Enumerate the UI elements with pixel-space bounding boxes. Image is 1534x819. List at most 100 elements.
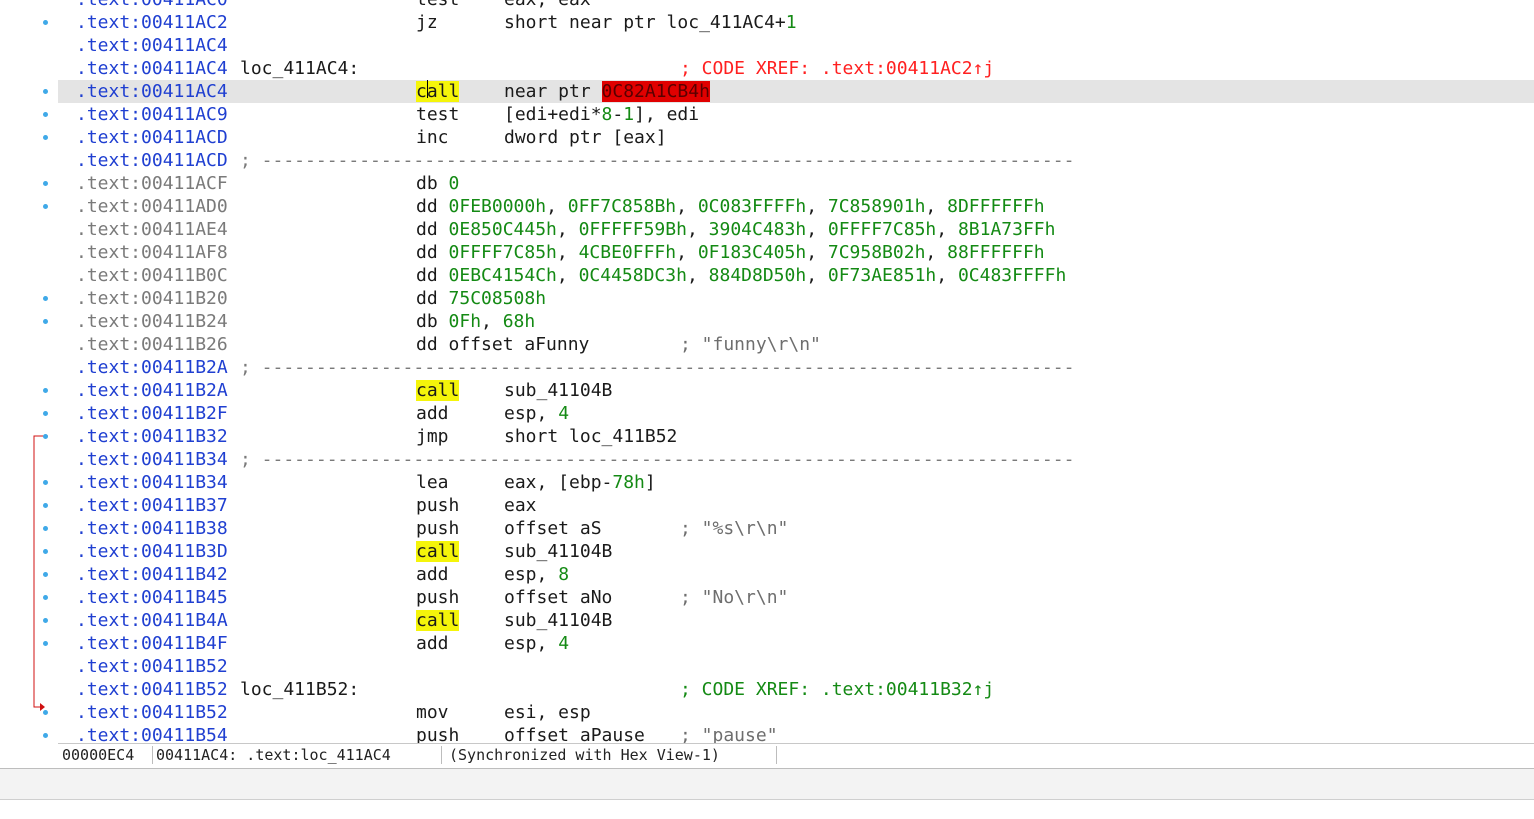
listing-row[interactable]: .text:00411B3D call sub_41104B (58, 540, 1534, 563)
mnemonic[interactable]: mov (416, 701, 449, 724)
mnemonic[interactable]: call (416, 609, 460, 632)
breakpoint-dot[interactable] (43, 641, 48, 646)
listing-row[interactable]: .text:00411B52 mov esi, esp (58, 701, 1534, 724)
listing-row[interactable]: .text:00411B0C dd 0EBC4154Ch, 0C4458DC3h,… (58, 264, 1534, 287)
listing-row[interactable]: .text:00411B26 dd offset aFunny ; "funny\r… (58, 333, 1534, 356)
listing-row[interactable]: .text:00411B4A call sub_41104B (58, 609, 1534, 632)
breakpoint-dot[interactable] (43, 181, 48, 186)
operands[interactable]: eax (504, 494, 537, 517)
listing-row[interactable]: .text:00411ACF db 0 (58, 172, 1534, 195)
breakpoint-dot[interactable] (43, 434, 48, 439)
mnemonic[interactable]: jmp (416, 425, 449, 448)
listing-row[interactable]: .text:00411ACD inc dword ptr [eax] (58, 126, 1534, 149)
mnemonic[interactable]: push (416, 494, 459, 517)
operands[interactable]: short near ptr loc_411AC4+1 (504, 11, 797, 34)
data-definition[interactable]: db 0 (416, 172, 459, 195)
operands[interactable]: eax, eax (504, 0, 591, 11)
breakpoint-dot[interactable] (43, 20, 48, 25)
listing-row[interactable]: .text:00411AD0 dd 0FEB0000h, 0FF7C858Bh, … (58, 195, 1534, 218)
listing-row[interactable]: .text:00411B42 add esp, 8 (58, 563, 1534, 586)
breakpoint-dot[interactable] (43, 710, 48, 715)
operands[interactable]: eax, [ebp-78h] (504, 471, 656, 494)
breakpoint-dot[interactable] (43, 503, 48, 508)
listing-row[interactable]: .text:00411AC4 c all near ptr 0C82A1CB4h (58, 80, 1534, 103)
breakpoint-dot[interactable] (43, 549, 48, 554)
code-label[interactable]: loc_411B52: (240, 678, 359, 701)
data-definition[interactable]: dd 0FEB0000h, 0FF7C858Bh, 0C083FFFFh, 7C… (416, 195, 1045, 218)
data-definition[interactable]: dd 0FFFF7C85h, 4CBE0FFFh, 0F183C405h, 7C… (416, 241, 1045, 264)
listing-row[interactable]: .text:00411B2A call sub_41104B (58, 379, 1534, 402)
data-definition[interactable]: dd 0EBC4154Ch, 0C4458DC3h, 884D8D50h, 0F… (416, 264, 1066, 287)
mnemonic[interactable]: inc (416, 126, 449, 149)
mnemonic[interactable]: jz (416, 11, 438, 34)
operands[interactable]: esi, esp (504, 701, 591, 724)
mnemonic[interactable]: push (416, 517, 459, 540)
code-label[interactable]: loc_411AC4: (240, 57, 359, 80)
breakpoint-dot[interactable] (43, 572, 48, 577)
mnemonic[interactable]: call (416, 80, 460, 103)
operands[interactable]: offset aS (504, 517, 602, 540)
mnemonic[interactable]: call (416, 540, 460, 563)
listing-row[interactable]: .text:00411B37 push eax (58, 494, 1534, 517)
listing-row[interactable]: .text:00411B20 dd 75C08508h (58, 287, 1534, 310)
mnemonic[interactable]: test (416, 103, 459, 126)
operands[interactable]: offset aNo (504, 586, 612, 609)
operands[interactable]: sub_41104B (504, 540, 612, 563)
listing-row[interactable]: .text:00411B34 ; ------------------------… (58, 448, 1534, 471)
operands[interactable]: esp, 4 (504, 402, 569, 425)
operands[interactable]: esp, 4 (504, 632, 569, 655)
operands[interactable]: near ptr 0C82A1CB4h (504, 80, 710, 103)
data-definition[interactable]: dd offset aFunny (416, 333, 589, 356)
breakpoint-dot[interactable] (43, 618, 48, 623)
listing-row[interactable]: .text:00411B34 lea eax, [ebp-78h] (58, 471, 1534, 494)
data-definition[interactable]: dd 0E850C445h, 0FFFFF59Bh, 3904C483h, 0F… (416, 218, 1055, 241)
mnemonic[interactable]: call (416, 379, 460, 402)
breakpoint-dot[interactable] (43, 411, 48, 416)
breakpoint-dot[interactable] (43, 296, 48, 301)
mnemonic[interactable]: add (416, 402, 449, 425)
data-definition[interactable]: db 0Fh, 68h (416, 310, 535, 333)
mnemonic[interactable]: push (416, 586, 459, 609)
selected-operand[interactable]: 0C82A1CB4h (601, 81, 710, 102)
breakpoint-dot[interactable] (43, 89, 48, 94)
listing-row[interactable]: .text:00411B32 jmp short loc_411B52 (58, 425, 1534, 448)
listing-row[interactable]: .text:00411B24 db 0Fh, 68h (58, 310, 1534, 333)
listing-row[interactable]: .text:00411AE4 dd 0E850C445h, 0FFFFF59Bh,… (58, 218, 1534, 241)
listing-row[interactable]: .text:00411AF8 dd 0FFFF7C85h, 4CBE0FFFh, … (58, 241, 1534, 264)
operands[interactable]: short loc_411B52 (504, 425, 677, 448)
listing-row[interactable]: .text:00411AC2 jz short near ptr loc_411AC… (58, 11, 1534, 34)
comment: ; "funny\r\n" (680, 334, 821, 355)
listing-row[interactable]: .text:00411B52 (58, 655, 1534, 678)
listing-row[interactable]: .text:00411AC9 test [edi+edi*8-1], edi (58, 103, 1534, 126)
breakpoint-dot[interactable] (43, 526, 48, 531)
listing-row[interactable]: .text:00411B2F add esp, 4 (58, 402, 1534, 425)
breakpoint-dot[interactable] (43, 480, 48, 485)
listing-row[interactable]: .text:00411B52 loc_411B52: ; CODE XREF: .t… (58, 678, 1534, 701)
breakpoint-dot[interactable] (43, 733, 48, 738)
operands[interactable]: esp, 8 (504, 563, 569, 586)
listing-row[interactable]: .text:00411AC4 (58, 34, 1534, 57)
operands[interactable]: [edi+edi*8-1], edi (504, 103, 699, 126)
listing-row[interactable]: .text:00411ACD ; ------------------------… (58, 149, 1534, 172)
breakpoint-dot[interactable] (43, 595, 48, 600)
mnemonic[interactable]: test (416, 0, 459, 11)
breakpoint-dot[interactable] (43, 319, 48, 324)
breakpoint-dot[interactable] (43, 204, 48, 209)
listing-row[interactable]: .text:00411AC4 loc_411AC4: ; CODE XREF: .t… (58, 57, 1534, 80)
listing-row[interactable]: .text:00411B38 push offset aS ; "%s\r\n" (58, 517, 1534, 540)
listing-row[interactable]: .text:00411B45 push offset aNo ; "No\r\n" (58, 586, 1534, 609)
operands[interactable]: sub_41104B (504, 609, 612, 632)
listing-row[interactable]: .text:00411B2A ; ------------------------… (58, 356, 1534, 379)
disassembly-listing[interactable]: .text:00411AC0testeax, eax.text:00411AC2… (58, 0, 1534, 747)
breakpoint-dot[interactable] (43, 388, 48, 393)
mnemonic[interactable]: add (416, 632, 449, 655)
listing-row[interactable]: .text:00411B4F add esp, 4 (58, 632, 1534, 655)
operands[interactable]: sub_41104B (504, 379, 612, 402)
breakpoint-dot[interactable] (43, 112, 48, 117)
data-definition[interactable]: dd 75C08508h (416, 287, 546, 310)
mnemonic[interactable]: add (416, 563, 449, 586)
breakpoint-dot[interactable] (43, 135, 48, 140)
listing-row[interactable]: .text:00411AC0 test eax, eax (58, 0, 1534, 11)
mnemonic[interactable]: lea (416, 471, 449, 494)
operands[interactable]: dword ptr [eax] (504, 126, 667, 149)
